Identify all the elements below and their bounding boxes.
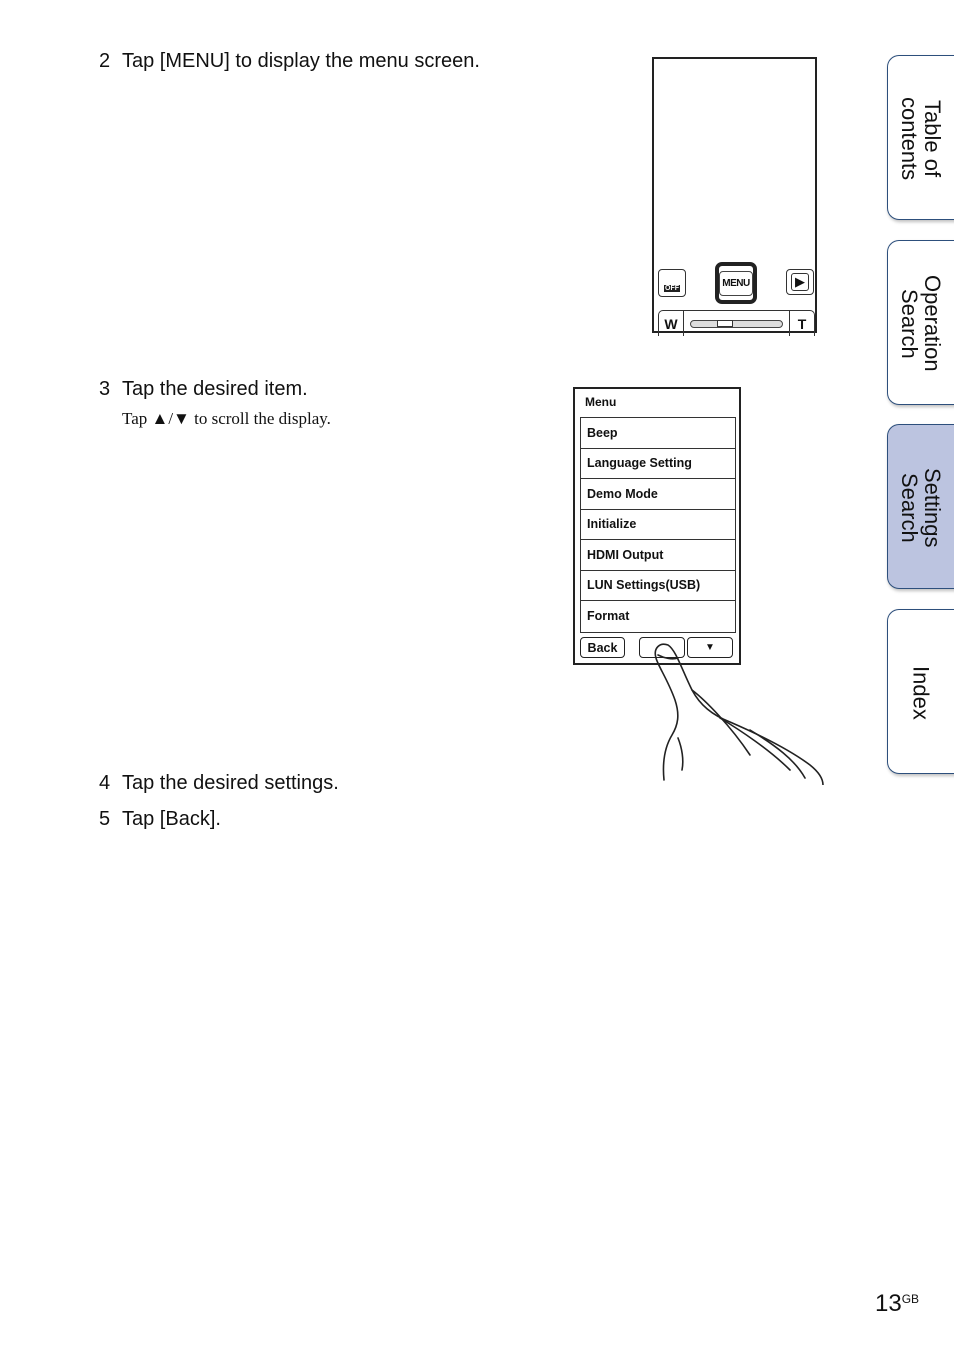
step-number: 2	[99, 50, 111, 72]
zoom-tele-label: T	[789, 311, 814, 336]
page-number-value: 13	[875, 1290, 902, 1317]
menu-button-label: MENU	[719, 270, 753, 296]
step-text: Tap [Back].	[122, 808, 221, 830]
page-number: 13GB	[875, 1290, 919, 1318]
tab-label: Operation Search	[897, 275, 945, 372]
zoom-track	[684, 311, 789, 336]
zoom-bar: W T	[658, 310, 815, 336]
tab-label: Index	[908, 665, 934, 720]
menu-list: Beep Language Setting Demo Mode Initiali…	[580, 417, 736, 633]
menu-item-initialize[interactable]: Initialize	[581, 510, 735, 540]
page-suffix: GB	[901, 1292, 920, 1306]
step-number: 3	[99, 378, 111, 400]
step-3-note: Tap ▲/▼ to scroll the display.	[122, 409, 331, 428]
tab-settings-search[interactable]: Settings Search	[887, 424, 954, 589]
menu-item-format[interactable]: Format	[581, 601, 735, 632]
menu-item-lun-settings[interactable]: LUN Settings(USB)	[581, 571, 735, 601]
smile-shutter-off-icon: OFF	[658, 269, 686, 297]
tab-index[interactable]: Index	[887, 609, 954, 774]
step-3: 3 Tap the desired item.	[99, 378, 308, 401]
menu-item-beep[interactable]: Beep	[581, 418, 735, 449]
back-button[interactable]: Back	[580, 637, 625, 658]
step-number: 4	[99, 772, 111, 794]
step-number: 5	[99, 808, 111, 830]
step-5: 5 Tap [Back].	[99, 808, 221, 831]
tab-label: Table of contents	[897, 96, 945, 181]
step-2: 2 Tap [MENU] to display the menu screen.	[99, 50, 480, 73]
menu-screen-illustration: Menu Beep Language Setting Demo Mode Ini…	[573, 387, 741, 665]
tab-operation-search[interactable]: Operation Search	[887, 240, 954, 405]
tab-label: Settings Search	[897, 467, 945, 548]
tab-table-of-contents[interactable]: Table of contents	[887, 55, 954, 220]
menu-button[interactable]: MENU	[715, 262, 757, 304]
off-badge: OFF	[664, 284, 680, 292]
playback-icon: ▶	[786, 269, 814, 295]
camera-screen-illustration: OFF MENU ▶ W T	[652, 57, 817, 336]
menu-item-demo-mode[interactable]: Demo Mode	[581, 479, 735, 510]
step-4: 4 Tap the desired settings.	[99, 772, 339, 795]
menu-item-language-setting[interactable]: Language Setting	[581, 449, 735, 479]
step-text: Tap the desired settings.	[122, 772, 339, 794]
menu-title: Menu	[585, 395, 617, 409]
step-text: Tap the desired item.	[122, 378, 308, 400]
zoom-rail	[690, 320, 783, 328]
zoom-wide-label: W	[659, 311, 684, 336]
menu-item-hdmi-output[interactable]: HDMI Output	[581, 540, 735, 571]
step-text: Tap [MENU] to display the menu screen.	[122, 50, 480, 72]
zoom-knob	[717, 320, 733, 327]
finger-hand-icon	[654, 643, 824, 785]
play-icon: ▶	[791, 273, 809, 291]
